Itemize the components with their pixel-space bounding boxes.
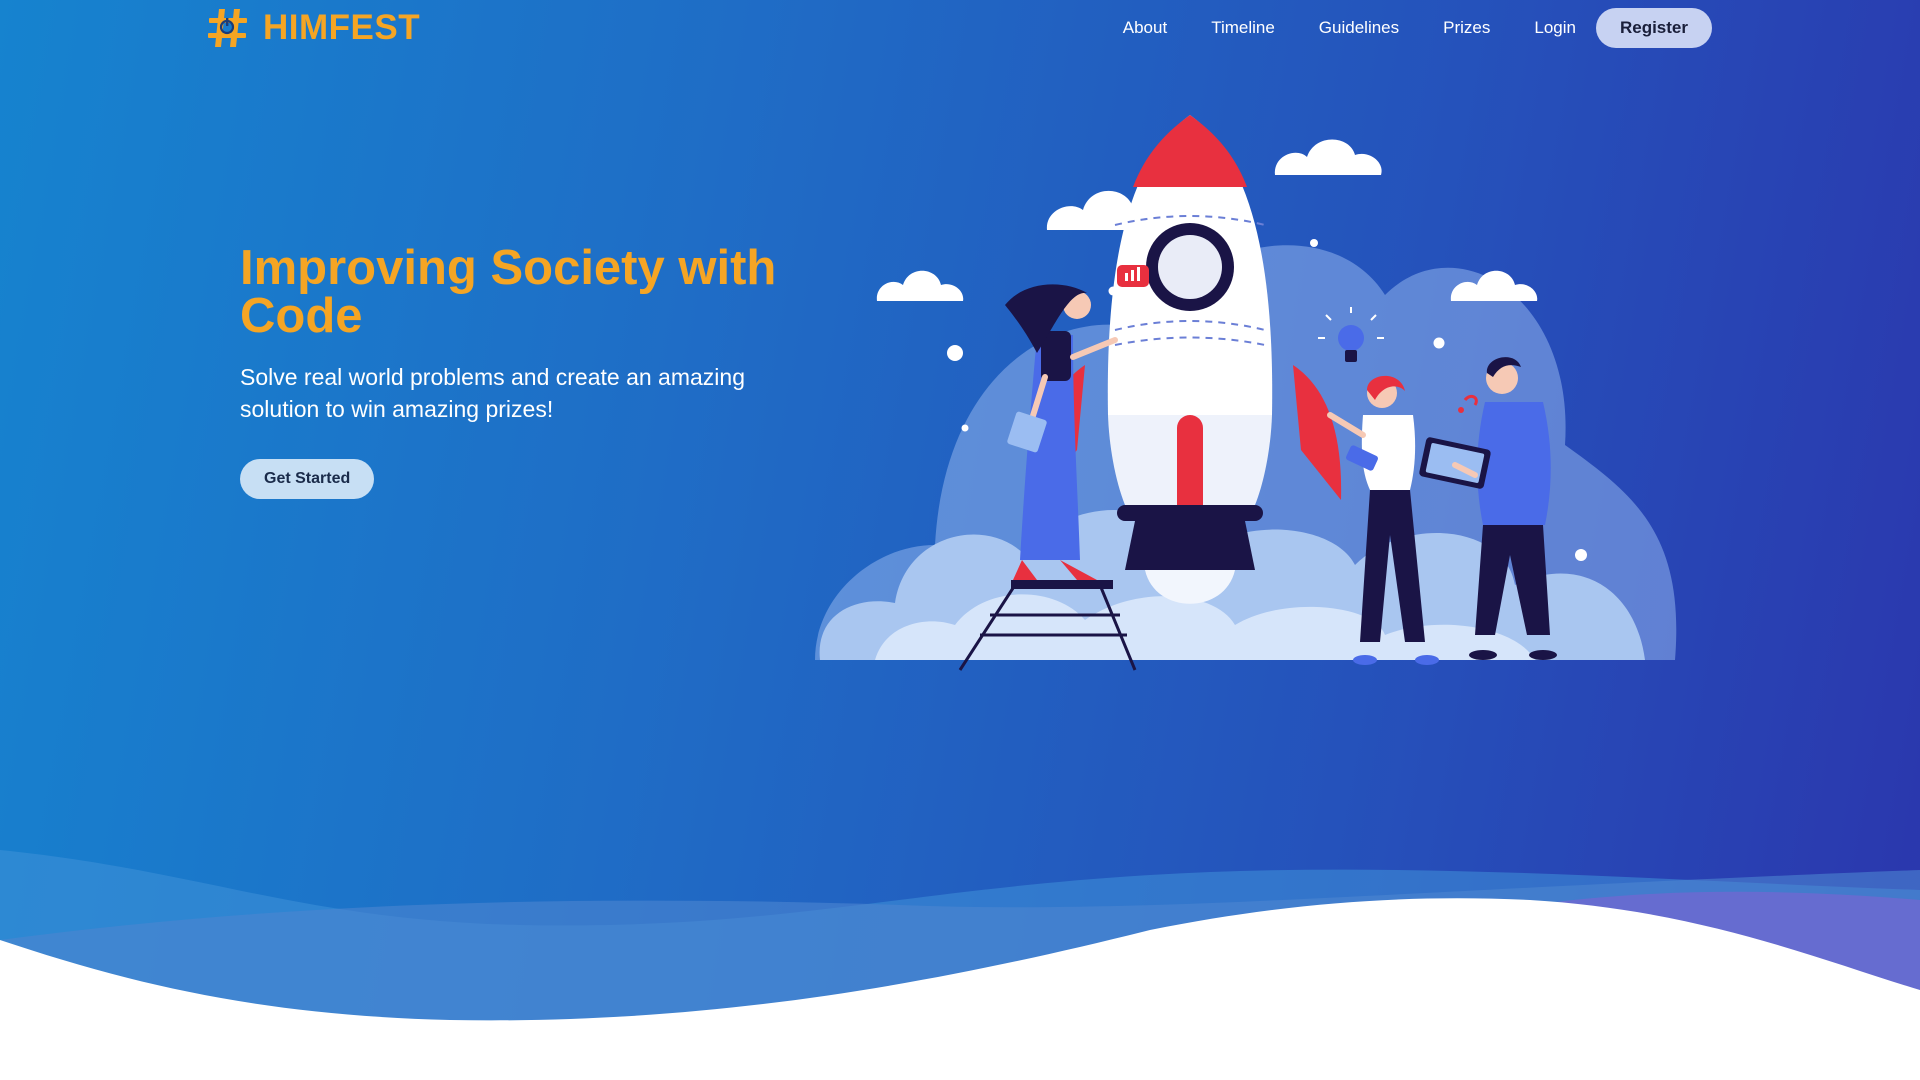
nav-link-timeline[interactable]: Timeline	[1211, 18, 1275, 38]
nav-link-login[interactable]: Login	[1534, 18, 1576, 38]
nav-link-prizes[interactable]: Prizes	[1443, 18, 1490, 38]
rocket-launch-illustration	[815, 115, 1677, 671]
hashtag-power-icon	[208, 9, 247, 47]
nav-link-guidelines[interactable]: Guidelines	[1319, 18, 1399, 38]
brand-name: HIMFEST	[263, 8, 421, 47]
hero-text-block: Improving Society with Code Solve real w…	[240, 244, 820, 499]
navbar: HIMFEST About Timeline Guidelines Prizes…	[0, 0, 1920, 56]
nav-menu: About Timeline Guidelines Prizes Login R…	[1123, 8, 1712, 48]
brand-logo-link[interactable]: HIMFEST	[207, 6, 420, 50]
get-started-button[interactable]: Get Started	[240, 459, 375, 499]
hero-title: Improving Society with Code	[240, 241, 777, 343]
hero-section: HIMFEST About Timeline Guidelines Prizes…	[0, 0, 1920, 1080]
bottom-waves	[0, 850, 1920, 1080]
hero-subtitle: Solve real world problems and create an …	[240, 364, 745, 422]
nav-link-about[interactable]: About	[1123, 18, 1167, 38]
register-button[interactable]: Register	[1595, 8, 1712, 48]
